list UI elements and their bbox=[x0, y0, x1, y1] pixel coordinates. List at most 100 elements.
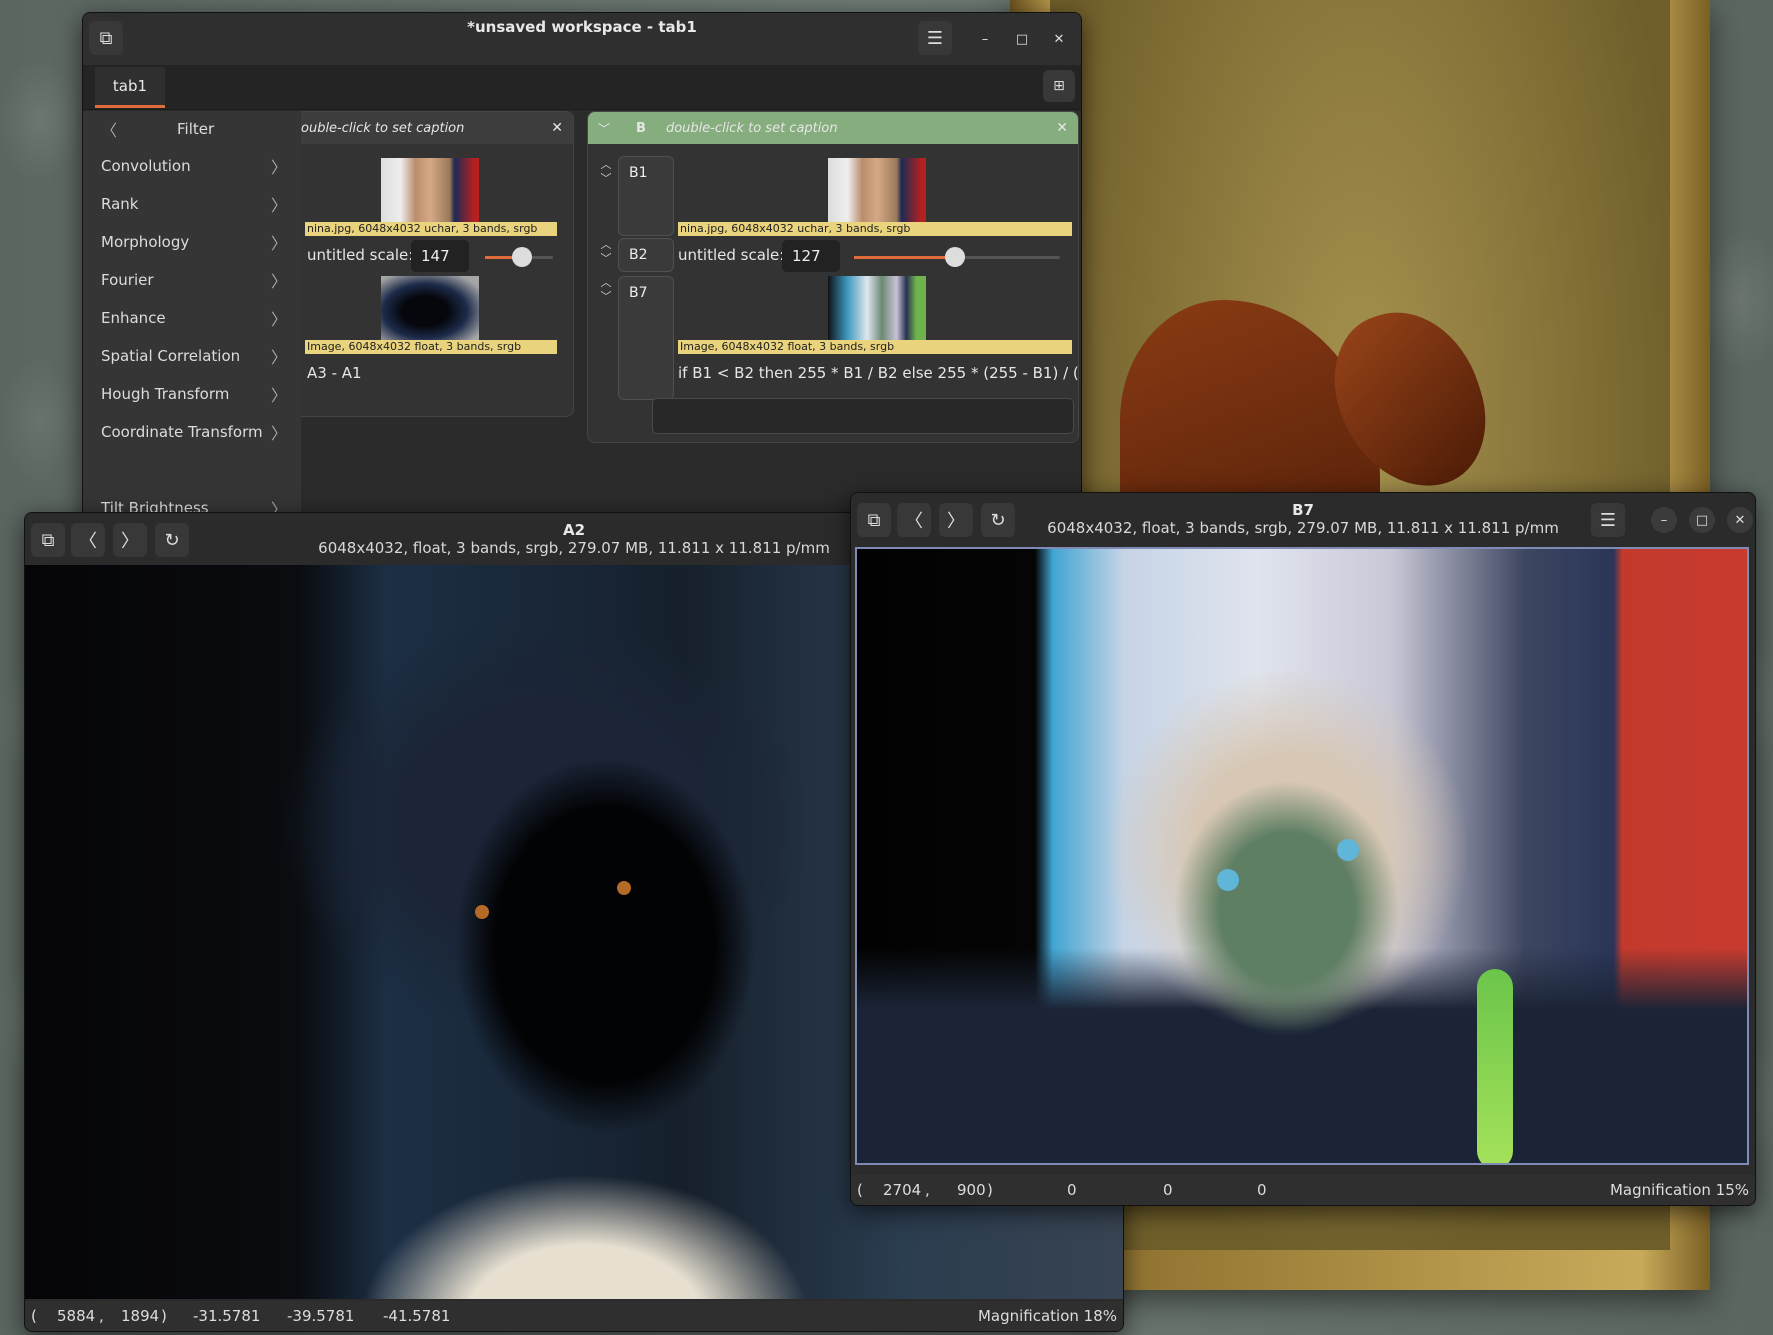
chevron-right-icon: 〉 bbox=[270, 234, 287, 253]
refresh-icon[interactable]: ↻ bbox=[981, 503, 1015, 537]
minimize-icon[interactable]: – bbox=[1651, 507, 1677, 533]
thumbnail-nina[interactable] bbox=[381, 158, 479, 222]
sidebar-item-convolution[interactable]: Convolution 〉 bbox=[83, 147, 301, 185]
sidebar-item-fourier[interactable]: Fourier 〉 bbox=[83, 261, 301, 299]
close-icon[interactable]: ✕ bbox=[551, 120, 563, 136]
row-b1[interactable]: B1 bbox=[618, 156, 674, 236]
chevron-right-icon: 〉 bbox=[270, 272, 287, 291]
prev-icon[interactable]: 〈 bbox=[71, 523, 105, 557]
image-window-b7: ⧉ 〈 〉 ↻ B7 6048x4032, float, 3 bands, sr… bbox=[850, 492, 1756, 1206]
sidebar-item-hough-transform[interactable]: Hough Transform 〉 bbox=[83, 375, 301, 413]
thumbnail-image-b7[interactable] bbox=[828, 276, 926, 340]
coord-open: ( bbox=[857, 1181, 863, 1199]
thumbnail-caption: nina.jpg, 6048x4032 uchar, 3 bands, srgb bbox=[678, 222, 1072, 236]
column-b-name: B bbox=[636, 120, 646, 136]
sidebar-item-morphology[interactable]: Morphology 〉 bbox=[83, 223, 301, 261]
prev-icon[interactable]: 〈 bbox=[897, 503, 931, 537]
chevron-right-icon: 〉 bbox=[270, 386, 287, 405]
coord-y: 900 bbox=[957, 1181, 986, 1199]
chevron-right-icon: 〉 bbox=[270, 424, 287, 443]
slider-fill bbox=[854, 256, 955, 259]
magnification: Magnification 15% bbox=[1609, 1181, 1749, 1199]
minimize-icon[interactable]: – bbox=[972, 26, 998, 52]
column-a: ouble-click to set caption ✕ nina.jpg, 6… bbox=[301, 111, 574, 417]
thumbnail-caption: Image, 6048x4032 float, 3 bands, srgb bbox=[305, 340, 557, 354]
thumbnail-nina[interactable] bbox=[828, 158, 926, 222]
a2-statusbar: ( 5884 , 1894 ) -31.5781 -39.5781 -41.57… bbox=[25, 1301, 1123, 1331]
pixel-value-3: -41.5781 bbox=[383, 1307, 451, 1325]
slider-knob[interactable] bbox=[944, 247, 965, 267]
b7-eye-right bbox=[1337, 839, 1359, 861]
scale-label: untitled scale: bbox=[307, 246, 414, 264]
duplicate-icon[interactable]: ⧉ bbox=[857, 503, 891, 537]
scale-slider[interactable] bbox=[854, 247, 1060, 267]
expression-b7[interactable]: if B1 < B2 then 255 * B1 / B2 else 255 *… bbox=[678, 364, 1078, 382]
row-b2-updown[interactable]: ︿ ﹀ bbox=[598, 238, 614, 266]
a2-eye-right bbox=[617, 881, 631, 895]
magnification: Magnification 18% bbox=[977, 1307, 1117, 1325]
pixel-value-2: -39.5781 bbox=[287, 1307, 355, 1325]
scale-slider[interactable] bbox=[485, 247, 553, 267]
sidebar-title: Filter bbox=[177, 120, 215, 138]
coord-close: ) bbox=[987, 1181, 993, 1199]
column-b-header[interactable]: ﹀ B double-click to set caption ✕ bbox=[588, 112, 1078, 144]
pixel-value-1: -31.5781 bbox=[193, 1307, 261, 1325]
tab-tab1[interactable]: tab1 bbox=[95, 67, 165, 108]
slider-knob[interactable] bbox=[512, 247, 533, 267]
next-icon[interactable]: 〉 bbox=[113, 523, 147, 557]
sidebar-item-spatial-correlation[interactable]: Spatial Correlation 〉 bbox=[83, 337, 301, 375]
chevron-down-icon[interactable]: ﹀ bbox=[598, 120, 610, 137]
menu-icon[interactable]: ☰ bbox=[918, 21, 952, 55]
coord-y: 1894 bbox=[121, 1307, 160, 1325]
menu-icon[interactable]: ☰ bbox=[1591, 503, 1625, 537]
duplicate-icon[interactable]: ⧉ bbox=[31, 523, 65, 557]
column-b: ﹀ B double-click to set caption ✕ ︿ ﹀ B1 … bbox=[587, 111, 1079, 443]
b7-statusbar: ( 2704 , 900 ) 0 0 0 Magnification 15% bbox=[851, 1175, 1755, 1205]
duplicate-icon[interactable]: ⧉ bbox=[89, 21, 123, 55]
close-icon[interactable]: ✕ bbox=[1046, 26, 1072, 52]
new-tab-icon[interactable]: ⊞ bbox=[1043, 70, 1075, 102]
close-icon[interactable]: ✕ bbox=[1056, 120, 1068, 136]
sidebar-item-coordinate-transform[interactable]: Coordinate Transform 〉 bbox=[83, 413, 301, 451]
workspace-titlebar: ⧉ *unsaved workspace - tab1 ☰ – □ ✕ bbox=[83, 13, 1081, 65]
b7-image-view[interactable] bbox=[855, 547, 1749, 1165]
row-b1-updown[interactable]: ︿ ﹀ bbox=[598, 158, 614, 186]
chevron-right-icon: 〉 bbox=[270, 348, 287, 367]
expression-a3[interactable]: A3 - A1 bbox=[307, 364, 362, 382]
refresh-icon[interactable]: ↻ bbox=[155, 523, 189, 557]
coord-x: 2704 bbox=[883, 1181, 922, 1199]
row-b7-updown[interactable]: ︿ ﹀ bbox=[598, 276, 614, 304]
chevron-left-icon[interactable]: 〈 bbox=[101, 117, 117, 141]
close-icon[interactable]: ✕ bbox=[1727, 507, 1753, 533]
maximize-icon[interactable]: □ bbox=[1689, 507, 1715, 533]
column-a-header[interactable]: ouble-click to set caption ✕ bbox=[301, 112, 573, 144]
chevron-right-icon: 〉 bbox=[270, 196, 287, 215]
column-a-caption[interactable]: ouble-click to set caption bbox=[301, 121, 464, 136]
pixel-value-1: 0 bbox=[1067, 1181, 1077, 1199]
maximize-icon[interactable]: □ bbox=[1009, 26, 1035, 52]
thumbnail-image-a2[interactable] bbox=[381, 276, 479, 340]
b7-titlebar: ⧉ 〈 〉 ↻ B7 6048x4032, float, 3 bands, sr… bbox=[851, 493, 1755, 545]
sidebar-header[interactable]: 〈 Filter bbox=[83, 111, 301, 147]
scale-label: untitled scale: bbox=[678, 246, 785, 264]
sidebar-item-enhance[interactable]: Enhance 〉 bbox=[83, 299, 301, 337]
b7-eye-left bbox=[1217, 869, 1239, 891]
next-icon[interactable]: 〉 bbox=[939, 503, 973, 537]
chevron-right-icon: 〉 bbox=[270, 158, 287, 177]
tab-bar: tab1 ⊞ bbox=[83, 65, 1081, 110]
coord-close: ) bbox=[161, 1307, 167, 1325]
coord-open: ( bbox=[31, 1307, 37, 1325]
b7-braid bbox=[1477, 969, 1513, 1163]
pixel-value-2: 0 bbox=[1163, 1181, 1173, 1199]
workspace-window: ⧉ *unsaved workspace - tab1 ☰ – □ ✕ tab1… bbox=[82, 12, 1082, 534]
column-b-caption[interactable]: double-click to set caption bbox=[666, 121, 838, 136]
expression-entry[interactable] bbox=[652, 398, 1074, 434]
scale-value-input[interactable]: 127 bbox=[782, 240, 840, 272]
filter-sidebar: 〈 Filter Convolution 〉 Rank 〉 Morphology 〉 … bbox=[83, 111, 301, 533]
coord-comma: , bbox=[925, 1181, 930, 1199]
a2-eye-left bbox=[475, 905, 489, 919]
row-b2[interactable]: B2 bbox=[618, 238, 674, 272]
row-b7[interactable]: B7 bbox=[618, 276, 674, 400]
scale-value-input[interactable]: 147 bbox=[411, 240, 469, 272]
sidebar-item-rank[interactable]: Rank 〉 bbox=[83, 185, 301, 223]
